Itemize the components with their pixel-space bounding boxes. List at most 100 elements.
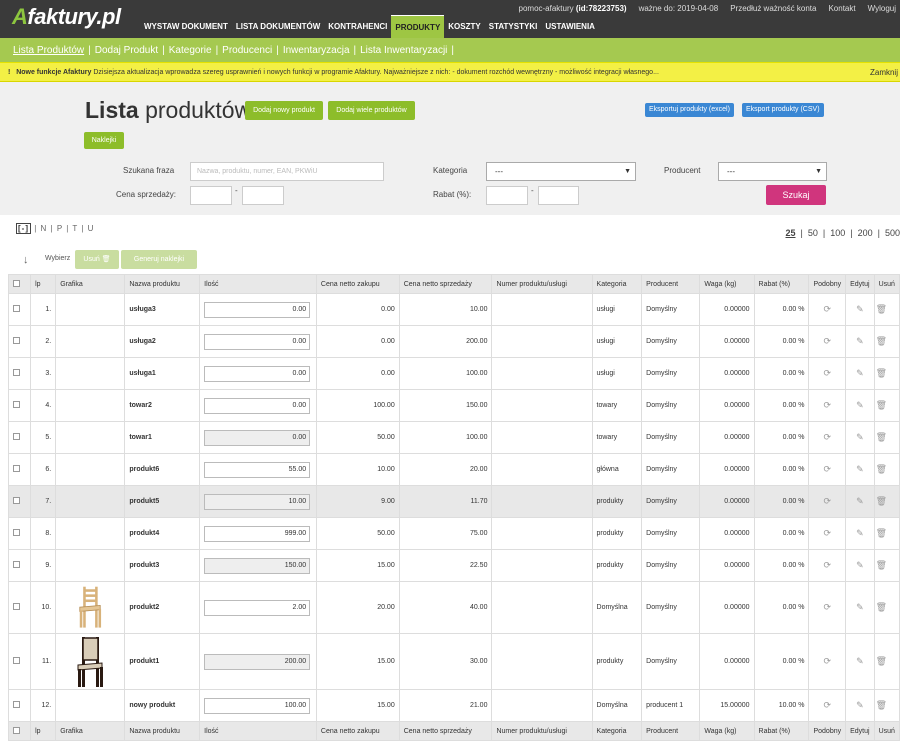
refresh-icon[interactable]: ⟳ bbox=[824, 432, 832, 442]
price-to-input[interactable] bbox=[242, 186, 284, 205]
quantity-input[interactable]: 0.00 bbox=[204, 365, 311, 382]
page-size-200[interactable]: 200 bbox=[858, 228, 873, 238]
trash-icon[interactable]: 🗑 bbox=[876, 496, 887, 506]
refresh-icon[interactable]: ⟳ bbox=[824, 560, 832, 570]
trash-icon[interactable]: 🗑 bbox=[876, 700, 887, 710]
refresh-icon[interactable]: ⟳ bbox=[824, 700, 832, 710]
row-checkbox[interactable] bbox=[13, 465, 20, 472]
table-row[interactable]: 10. produkt2 2.00 20.00 40.00 Domyślna Domyśln… bbox=[7, 581, 900, 634]
row-checkbox[interactable] bbox=[13, 529, 20, 536]
discount-from-input[interactable] bbox=[486, 186, 528, 205]
refresh-icon[interactable]: ⟳ bbox=[824, 368, 832, 378]
edit-icon[interactable]: ✎ bbox=[856, 368, 864, 378]
table-row[interactable]: 12. nowy produkt 100.00 15.00 21.00 Domyślna p… bbox=[7, 689, 900, 722]
row-checkbox[interactable] bbox=[13, 657, 20, 664]
column-toggle[interactable]: [-] | N | P | T | U bbox=[16, 223, 94, 234]
edit-icon[interactable]: ✎ bbox=[856, 602, 864, 612]
search-input[interactable]: Nazwa, produktu, numer, EAN, PKWiU bbox=[190, 162, 384, 181]
trash-icon[interactable]: 🗑 bbox=[876, 602, 887, 612]
row-checkbox[interactable] bbox=[13, 603, 20, 610]
producer-select[interactable]: --- ▼ bbox=[718, 162, 827, 181]
trash-icon[interactable]: 🗑 bbox=[876, 656, 887, 666]
product-name[interactable]: produkt5 bbox=[124, 485, 201, 518]
logo[interactable]: Afaktury.pl bbox=[12, 4, 121, 30]
add-many-button[interactable]: Dodaj wiele produktów bbox=[328, 101, 415, 120]
extend-link[interactable]: Przedłuż ważność konta bbox=[730, 4, 816, 13]
subnav-lista-inwentaryzacji[interactable]: Lista Inwentaryzacji bbox=[360, 45, 447, 56]
refresh-icon[interactable]: ⟳ bbox=[824, 400, 832, 410]
product-name[interactable]: produkt3 bbox=[124, 549, 201, 582]
table-row[interactable]: 8. produkt4 999.00 50.00 75.00 produkty Domyśl… bbox=[7, 517, 900, 550]
edit-icon[interactable]: ✎ bbox=[856, 304, 864, 314]
checkbox[interactable] bbox=[13, 279, 20, 287]
product-name[interactable]: towar2 bbox=[124, 389, 201, 422]
edit-icon[interactable]: ✎ bbox=[856, 560, 864, 570]
nav-ustawienia[interactable]: USTAWIENIA bbox=[541, 15, 599, 38]
edit-icon[interactable]: ✎ bbox=[856, 656, 864, 666]
refresh-icon[interactable]: ⟳ bbox=[824, 656, 832, 666]
category-select[interactable]: --- ▼ bbox=[486, 162, 636, 181]
product-name[interactable]: towar1 bbox=[124, 421, 201, 454]
trash-icon[interactable]: 🗑 bbox=[876, 560, 887, 570]
quantity-input[interactable]: 2.00 bbox=[204, 599, 311, 616]
quantity-input[interactable]: 0.00 bbox=[204, 397, 311, 414]
export-csv-button[interactable]: Eksport produkty (CSV) bbox=[742, 103, 824, 117]
product-name[interactable]: usługa1 bbox=[124, 357, 201, 390]
trash-icon[interactable]: 🗑 bbox=[876, 400, 887, 410]
table-row[interactable]: 2. usługa2 0.00 0.00 200.00 usługi Domyślny 0.0… bbox=[7, 325, 900, 358]
nav-statystyki[interactable]: STATYSTYKI bbox=[485, 15, 542, 38]
edit-icon[interactable]: ✎ bbox=[856, 528, 864, 538]
search-button[interactable]: Szukaj bbox=[766, 185, 826, 205]
nav-produkty[interactable]: PRODUKTY bbox=[391, 15, 445, 38]
trash-icon[interactable]: 🗑 bbox=[876, 432, 887, 442]
row-checkbox[interactable] bbox=[13, 561, 20, 568]
page-size-100[interactable]: 100 bbox=[830, 228, 845, 238]
product-name[interactable]: produkt6 bbox=[124, 453, 201, 486]
subnav-inwentaryzacja[interactable]: Inwentaryzacja bbox=[283, 45, 350, 56]
subnav-lista-produktow[interactable]: Lista Produktów bbox=[13, 45, 84, 56]
product-name[interactable]: usługa3 bbox=[124, 293, 201, 326]
table-row[interactable]: 1. usługa3 0.00 0.00 10.00 usługi Domyślny 0.00… bbox=[7, 293, 900, 326]
trash-icon[interactable]: 🗑 bbox=[876, 368, 887, 378]
edit-icon[interactable]: ✎ bbox=[856, 496, 864, 506]
quantity-input[interactable]: 100.00 bbox=[204, 697, 311, 714]
edit-icon[interactable]: ✎ bbox=[856, 400, 864, 410]
row-checkbox[interactable] bbox=[13, 433, 20, 440]
product-name[interactable]: produkt2 bbox=[124, 581, 201, 634]
product-name[interactable]: usługa2 bbox=[124, 325, 201, 358]
nav-wystaw-dokument[interactable]: WYSTAW DOKUMENT bbox=[140, 15, 232, 38]
export-excel-button[interactable]: Eksportuj produkty (excel) bbox=[645, 103, 734, 117]
row-checkbox[interactable] bbox=[13, 497, 20, 504]
quantity-input[interactable]: 999.00 bbox=[204, 525, 311, 542]
price-from-input[interactable] bbox=[190, 186, 232, 205]
trash-icon[interactable]: 🗑 bbox=[876, 336, 887, 346]
row-checkbox[interactable] bbox=[13, 305, 20, 312]
quantity-input[interactable]: 0.00 bbox=[204, 333, 311, 350]
refresh-icon[interactable]: ⟳ bbox=[824, 304, 832, 314]
subnav-dodaj-produkt[interactable]: Dodaj Produkt bbox=[95, 45, 158, 56]
subnav-producenci[interactable]: Producenci bbox=[222, 45, 272, 56]
row-checkbox[interactable] bbox=[13, 701, 20, 708]
edit-icon[interactable]: ✎ bbox=[856, 336, 864, 346]
table-row[interactable]: 7. produkt5 10.00 9.00 11.70 produkty Domyślny… bbox=[7, 485, 900, 518]
subnav-kategorie[interactable]: Kategorie bbox=[169, 45, 212, 56]
refresh-icon[interactable]: ⟳ bbox=[824, 528, 832, 538]
generate-labels-button[interactable]: Generuj naklejki bbox=[121, 250, 197, 269]
product-name[interactable]: nowy produkt bbox=[124, 689, 201, 722]
product-name[interactable]: produkt4 bbox=[124, 517, 201, 550]
table-row[interactable]: 4. towar2 0.00 100.00 150.00 towary Domyślny 0.… bbox=[7, 389, 900, 422]
notice-close[interactable]: Zamknij bbox=[870, 63, 898, 81]
checkbox[interactable] bbox=[13, 726, 20, 734]
column-toggle-letters[interactable]: | N | P | T | U bbox=[31, 224, 94, 233]
page-size-50[interactable]: 50 bbox=[808, 228, 818, 238]
quantity-input[interactable]: 55.00 bbox=[204, 461, 311, 478]
row-checkbox[interactable] bbox=[13, 401, 20, 408]
nav-kontrahenci[interactable]: KONTRAHENCI bbox=[324, 15, 391, 38]
trash-icon[interactable]: 🗑 bbox=[876, 464, 887, 474]
product-name[interactable]: produkt1 bbox=[124, 633, 201, 690]
add-product-button[interactable]: Dodaj nowy produkt bbox=[245, 101, 323, 120]
delete-selected-button[interactable]: Usuń 🗑 bbox=[75, 250, 119, 269]
nav-lista-dokumentow[interactable]: LISTA DOKUMENTÓW bbox=[232, 15, 324, 38]
labels-button[interactable]: Naklejki bbox=[84, 132, 124, 149]
edit-icon[interactable]: ✎ bbox=[856, 464, 864, 474]
